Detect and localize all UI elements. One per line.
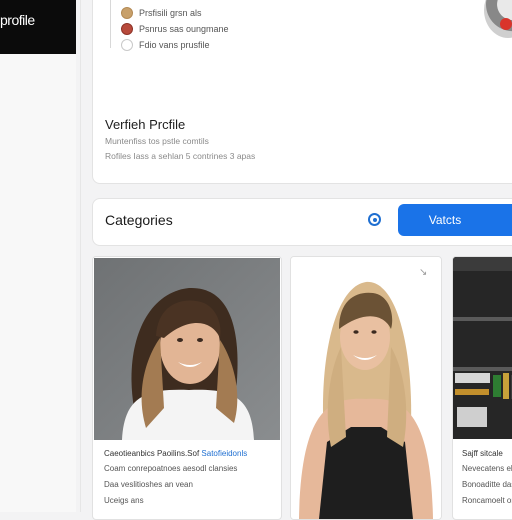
activity-text: Fdio vans prusfile [139,40,210,50]
caption-line: Bonoaditte das [462,480,512,489]
activity-item[interactable]: Prsfisili grsn als [121,6,202,20]
circle-icon [121,39,133,51]
activity-text: Prsfisili grsn als [139,8,202,18]
caption-line: Daa veslitioshes an vean [104,480,193,489]
profile-photo [453,257,512,439]
activity-text: Psnrus sas oungmane [139,24,229,34]
caption-part: Paoilins.Sof [156,449,200,458]
caption-line: Coam conrepoatnoes aesodl clansies [104,464,238,473]
verify-profile-title: Verfieh Prcfile [105,117,186,132]
notification-dot [500,18,512,30]
verify-profile-subtitle: Muntenfiss tos pstle comtils [105,136,209,146]
activity-item[interactable]: Psnrus sas oungmane [121,22,229,36]
sidebar [0,0,76,512]
target-icon[interactable] [368,213,381,226]
divider [80,0,81,512]
avatar-icon [121,7,133,19]
profile-photo [94,258,280,440]
activity-item[interactable]: Fdio vans prusfile [121,38,210,52]
caption-line: Roncamoelt ons [462,496,512,505]
expand-icon[interactable]: ↘ [419,267,427,278]
caption-heading: Sajff sitcale [462,449,503,458]
activity-timeline-line [110,0,111,48]
avatar-icon [121,23,133,35]
profile-card[interactable]: ↘ [290,256,442,520]
caption-heading: Caeotieanbics Paoilins.Sof Satofieidonls [104,449,247,458]
logo-text: profile [0,12,35,28]
profile-card[interactable]: Sajff sitcale Nevecatens elocsa Bonoadit… [452,256,512,520]
verify-profile-description: Rofiles Iass a sehlan 5 contrines 3 apas [105,151,256,161]
profile-logo-tab[interactable]: profile [0,0,76,54]
caption-link[interactable]: Satofieidonls [201,449,247,458]
categories-action-button[interactable]: Vatcts [398,204,512,236]
profile-card[interactable]: Caeotieanbics Paoilins.Sof Satofieidonls… [92,256,282,520]
caption-line: Uceigs ans [104,496,144,505]
caption-line: Nevecatens elocsa [462,464,512,473]
profile-photo [291,257,441,519]
caption-part: Caeotieanbics [104,449,155,458]
categories-label: Categories [105,212,173,228]
